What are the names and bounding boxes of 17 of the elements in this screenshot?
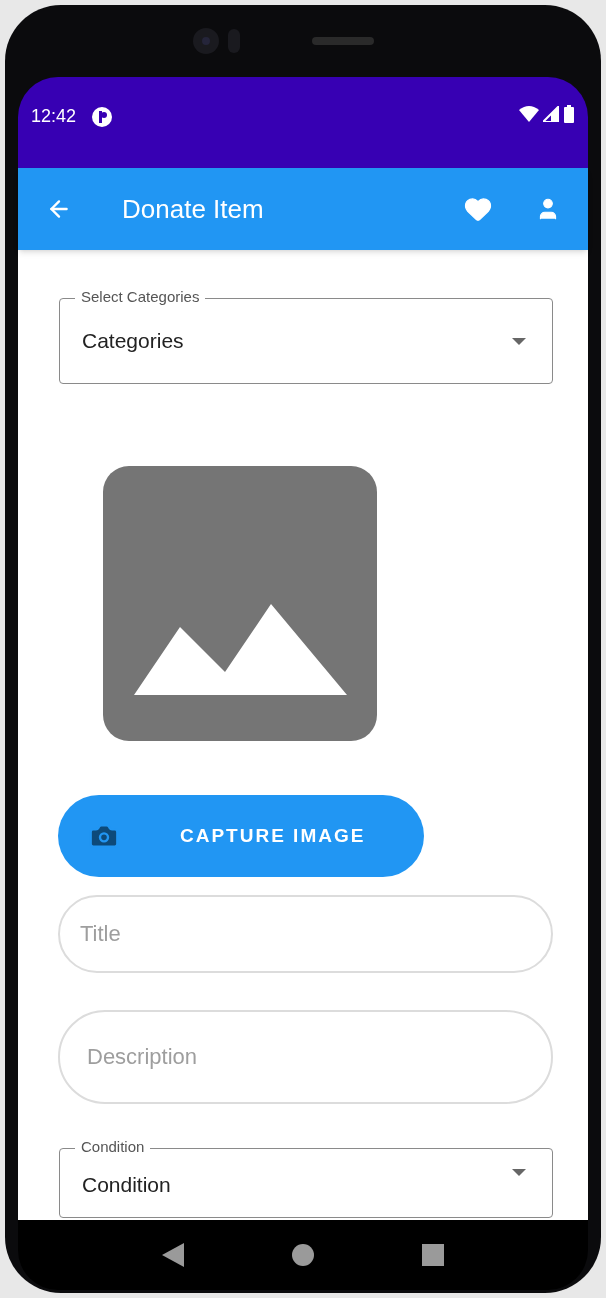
app-bar-title: Donate Item [122,192,265,226]
image-placeholder-icon [103,466,377,741]
field-value: Condition [82,1172,171,1198]
home-nav-button[interactable] [292,1244,314,1266]
notification-icon [92,106,113,127]
title-field[interactable]: Title [58,895,553,973]
speaker-grille-icon [312,37,374,45]
battery-icon [563,105,575,123]
wifi-icon [519,106,539,122]
description-field[interactable]: Description [58,1010,553,1104]
field-value: Categories [82,328,184,355]
dropdown-caret-icon [512,337,526,345]
signal-icon [543,106,559,122]
camera-lens-icon [192,26,242,56]
dropdown-caret-icon [512,1169,526,1176]
status-time: 12:42 [31,105,77,128]
back-nav-button[interactable] [162,1243,184,1267]
